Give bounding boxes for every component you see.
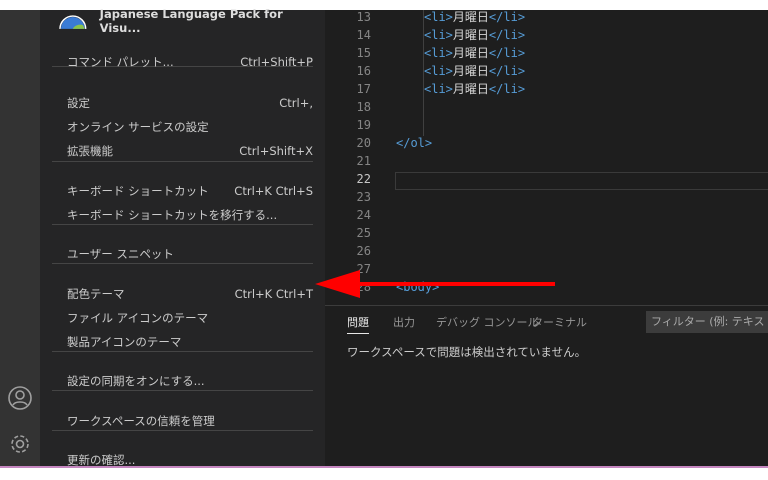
code-line: <li>月曜日</li> xyxy=(424,80,525,98)
code-text: 月曜日 xyxy=(452,46,489,60)
menu-item-shortcut: Ctrl+Shift+P xyxy=(240,55,313,69)
line-number: 23 xyxy=(356,190,371,204)
menu-item-shortcut: Ctrl+, xyxy=(279,96,313,110)
code-tag: <li> xyxy=(424,82,453,96)
code-tag: <li> xyxy=(424,46,453,60)
menu-item[interactable]: キーボード ショートカット Ctrl+K Ctrl+S xyxy=(67,180,313,202)
menu-item-label: 製品アイコンのテーマ xyxy=(67,335,182,349)
bottom-panel: 問題 出力 デバッグ コンソール ターミナル フィルター (例: テキスト、**… xyxy=(325,305,768,468)
line-number: 20 xyxy=(356,136,371,150)
line-number: 24 xyxy=(356,208,371,222)
menu-item-label: ユーザー スニペット xyxy=(67,247,174,261)
code-tag: <li> xyxy=(424,10,453,24)
menu-item-shortcut: Ctrl+Shift+X xyxy=(239,144,313,158)
menu-item[interactable]: 設定の同期をオンにする... xyxy=(67,370,313,392)
code-line: </ol> xyxy=(396,134,432,152)
code-line: <li>月曜日</li> xyxy=(424,62,525,80)
menu-item-label: ワークスペースの信頼を管理 xyxy=(67,414,215,428)
menu-item-label: コマンド パレット... xyxy=(67,55,174,69)
tab-terminal[interactable]: ターミナル xyxy=(532,314,587,334)
code-tag: <li> xyxy=(424,64,453,78)
code-text: 月曜日 xyxy=(452,82,489,96)
code-tag: </ol> xyxy=(396,136,433,150)
line-number: 18 xyxy=(356,100,371,114)
menu-item-shortcut: Ctrl+K Ctrl+T xyxy=(234,287,313,301)
vscode-window: Japanese Language Pack for Visu... コマンド … xyxy=(0,7,768,468)
menu-item[interactable]: 設定 Ctrl+, xyxy=(67,92,313,114)
line-number: 16 xyxy=(356,64,371,78)
manage-menu: Japanese Language Pack for Visu... コマンド … xyxy=(40,7,325,468)
line-number: 21 xyxy=(356,154,371,168)
code-text: 月曜日 xyxy=(452,28,489,42)
code-tag: </li> xyxy=(488,28,526,42)
filter-input[interactable]: フィルター (例: テキスト、** xyxy=(646,311,768,333)
menu-item[interactable]: ワークスペースの信頼を管理 xyxy=(67,410,313,432)
menu-item-label: 設定の同期をオンにする... xyxy=(67,374,205,388)
menu-item-label: ファイル アイコンのテーマ xyxy=(67,311,209,325)
problems-message: ワークスペースで問題は検出されていません。 xyxy=(347,345,587,359)
account-icon[interactable] xyxy=(7,385,33,411)
current-line-highlight xyxy=(395,172,768,190)
menu-item-label: 配色テーマ xyxy=(67,287,125,301)
line-number: 22 xyxy=(356,172,371,186)
menu-item[interactable]: ユーザー スニペット xyxy=(67,243,313,265)
language-pack-icon xyxy=(59,15,87,29)
line-number: 13 xyxy=(356,10,371,24)
menu-item[interactable]: 配色テーマ Ctrl+K Ctrl+T xyxy=(67,283,313,305)
code-line: <li>月曜日</li> xyxy=(424,8,525,26)
menu-item-label: キーボード ショートカット xyxy=(67,184,209,198)
code-tag: </li> xyxy=(488,82,526,96)
menu-item[interactable]: 製品アイコンのテーマ xyxy=(67,331,313,353)
menu-item-label: 設定 xyxy=(67,96,90,110)
tab-output[interactable]: 出力 xyxy=(393,314,415,334)
code-tag: </li> xyxy=(488,64,526,78)
menu-item-label: オンライン サービスの設定 xyxy=(67,120,209,134)
code-tag: <li> xyxy=(424,28,453,42)
menu-item[interactable]: ファイル アイコンのテーマ xyxy=(67,307,313,329)
code-tag: </li> xyxy=(488,46,526,60)
line-number: 15 xyxy=(356,46,371,60)
line-number: 25 xyxy=(356,226,371,240)
menu-item-label: 拡張機能 xyxy=(67,144,113,158)
tab-debug-console[interactable]: デバッグ コンソール xyxy=(436,314,539,334)
line-number: 26 xyxy=(356,244,371,258)
menu-item[interactable]: キーボード ショートカットを移行する... xyxy=(67,204,313,226)
code-text: 月曜日 xyxy=(452,64,489,78)
menu-item-shortcut: Ctrl+K Ctrl+S xyxy=(234,184,313,198)
gear-icon[interactable] xyxy=(7,431,33,457)
menu-item[interactable]: コマンド パレット... Ctrl+Shift+P xyxy=(67,51,313,73)
activity-bar xyxy=(0,10,40,468)
code-editor[interactable]: 13 <li>月曜日</li> 14 <li>月曜日</li> 15 <li>月曜日</l… xyxy=(325,10,768,305)
code-line: <li>月曜日</li> xyxy=(424,26,525,44)
menu-item-label: キーボード ショートカットを移行する... xyxy=(67,208,278,222)
line-number: 14 xyxy=(356,28,371,42)
line-number: 17 xyxy=(356,82,371,96)
code-text: 月曜日 xyxy=(452,10,489,24)
code-line: <li>月曜日</li> xyxy=(424,44,525,62)
menu-item[interactable]: オンライン サービスの設定 xyxy=(67,116,313,138)
red-arrow-annotation xyxy=(315,270,555,298)
menu-item[interactable]: 拡張機能 Ctrl+Shift+X xyxy=(67,140,313,162)
line-number: 19 xyxy=(356,118,371,132)
code-tag: </li> xyxy=(488,10,526,24)
extension-title: Japanese Language Pack for Visu... xyxy=(99,7,283,35)
extension-header[interactable]: Japanese Language Pack for Visu... xyxy=(58,7,325,35)
status-bar xyxy=(0,466,768,468)
tab-problems[interactable]: 問題 xyxy=(347,314,369,334)
